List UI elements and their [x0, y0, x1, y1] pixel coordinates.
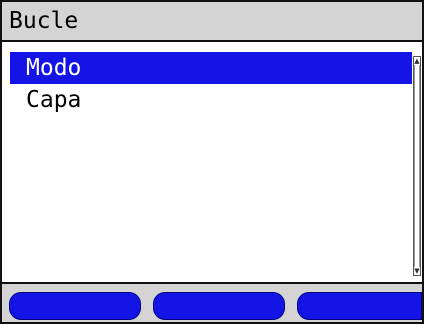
screen-title: Bucle — [9, 8, 79, 34]
scroll-up-arrow-icon[interactable]: ▲ — [414, 57, 420, 65]
title-bar: Bucle — [2, 2, 422, 42]
softkey-1-button[interactable] — [9, 292, 141, 320]
device-screen: Bucle Modo Capa ▲ ▼ — [0, 0, 424, 324]
menu-item-capa[interactable]: Capa — [10, 84, 412, 116]
menu-item-label: Modo — [26, 55, 82, 81]
softkey-3-button[interactable] — [297, 292, 422, 320]
scroll-track[interactable] — [414, 65, 420, 267]
menu-item-modo[interactable]: Modo — [10, 52, 412, 84]
menu-item-label: Capa — [26, 87, 82, 113]
vertical-scrollbar[interactable]: ▲ ▼ — [413, 56, 421, 276]
softkey-bar — [2, 282, 422, 322]
menu-list: Modo Capa ▲ ▼ — [2, 42, 422, 282]
scroll-down-arrow-icon[interactable]: ▼ — [414, 267, 420, 275]
softkey-2-button[interactable] — [153, 292, 285, 320]
